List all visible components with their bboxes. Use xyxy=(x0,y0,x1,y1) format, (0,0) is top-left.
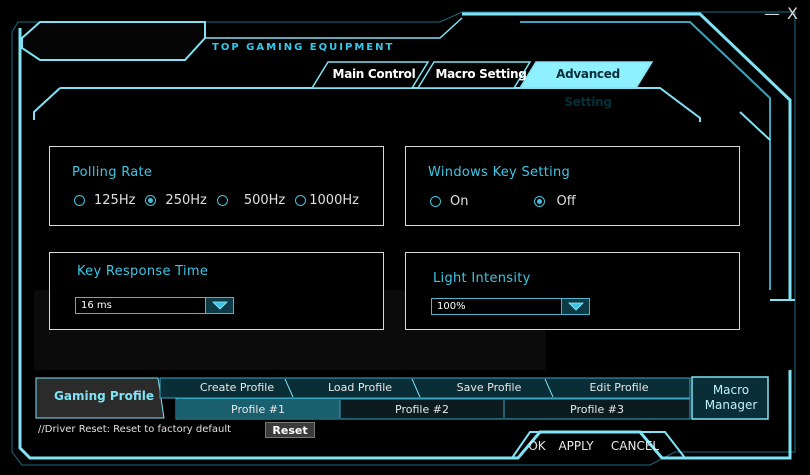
tab-main-control[interactable]: Main Control xyxy=(328,60,420,88)
polling-rate-options: 125Hz 250Hz 500Hz 1000Hz xyxy=(74,193,359,208)
chevron-down-icon[interactable] xyxy=(561,299,589,314)
light-intensity-panel: Light Intensity 100% xyxy=(405,252,740,330)
profile-3-tab[interactable]: Profile #3 xyxy=(504,403,690,416)
windows-key-title: Windows Key Setting xyxy=(428,165,571,180)
create-profile-button[interactable]: Create Profile xyxy=(176,381,298,394)
key-response-select[interactable]: 16 ms xyxy=(75,297,234,314)
key-response-panel: Key Response Time 16 ms xyxy=(49,252,384,330)
minimize-button[interactable]: — xyxy=(764,4,780,23)
close-button[interactable]: X xyxy=(787,4,798,23)
polling-rate-title: Polling Rate xyxy=(72,165,153,180)
ok-button[interactable]: OK xyxy=(524,439,550,453)
radio-icon[interactable] xyxy=(430,196,441,207)
radio-selected-icon[interactable] xyxy=(534,196,546,207)
polling-option-125[interactable]: 125Hz xyxy=(74,193,135,208)
edit-profile-button[interactable]: Edit Profile xyxy=(556,381,682,394)
polling-option-500[interactable]: 500Hz xyxy=(216,193,285,208)
profile-1-tab[interactable]: Profile #1 xyxy=(176,403,340,416)
polling-rate-panel: Polling Rate 125Hz 250Hz 500Hz 1000Hz xyxy=(49,146,384,226)
cancel-button[interactable]: CANCEL xyxy=(606,439,664,453)
windows-key-on[interactable]: On xyxy=(430,194,468,209)
chevron-down-icon[interactable] xyxy=(205,298,233,313)
brand-title: TOP GAMING EQUIPMENT xyxy=(212,42,395,53)
windows-key-options: On Off xyxy=(430,194,576,209)
macro-manager-button[interactable]: Macro Manager xyxy=(697,383,765,413)
windows-key-off[interactable]: Off xyxy=(534,194,576,209)
radio-icon[interactable] xyxy=(74,195,85,206)
polling-option-1000[interactable]: 1000Hz xyxy=(295,193,359,208)
radio-icon[interactable] xyxy=(295,195,307,206)
light-intensity-title: Light Intensity xyxy=(433,271,531,286)
tab-macro-setting[interactable]: Macro Setting xyxy=(434,60,528,88)
radio-selected-icon[interactable] xyxy=(145,195,157,206)
apply-button[interactable]: APPLY xyxy=(553,439,599,453)
save-profile-button[interactable]: Save Profile xyxy=(425,381,553,394)
tab-advanced-setting[interactable]: Advanced Setting xyxy=(536,60,640,109)
profile-2-tab[interactable]: Profile #2 xyxy=(340,403,504,416)
load-profile-button[interactable]: Load Profile xyxy=(298,381,422,394)
light-intensity-select[interactable]: 100% xyxy=(431,298,590,315)
windows-key-panel: Windows Key Setting On Off xyxy=(405,146,740,226)
radio-icon[interactable] xyxy=(216,195,228,206)
gaming-profile-label: Gaming Profile xyxy=(54,389,154,403)
polling-option-250[interactable]: 250Hz xyxy=(145,193,207,208)
reset-button[interactable]: Reset xyxy=(265,422,315,438)
key-response-title: Key Response Time xyxy=(77,264,209,279)
reset-note: //Driver Reset: Reset to factory default xyxy=(38,424,232,435)
